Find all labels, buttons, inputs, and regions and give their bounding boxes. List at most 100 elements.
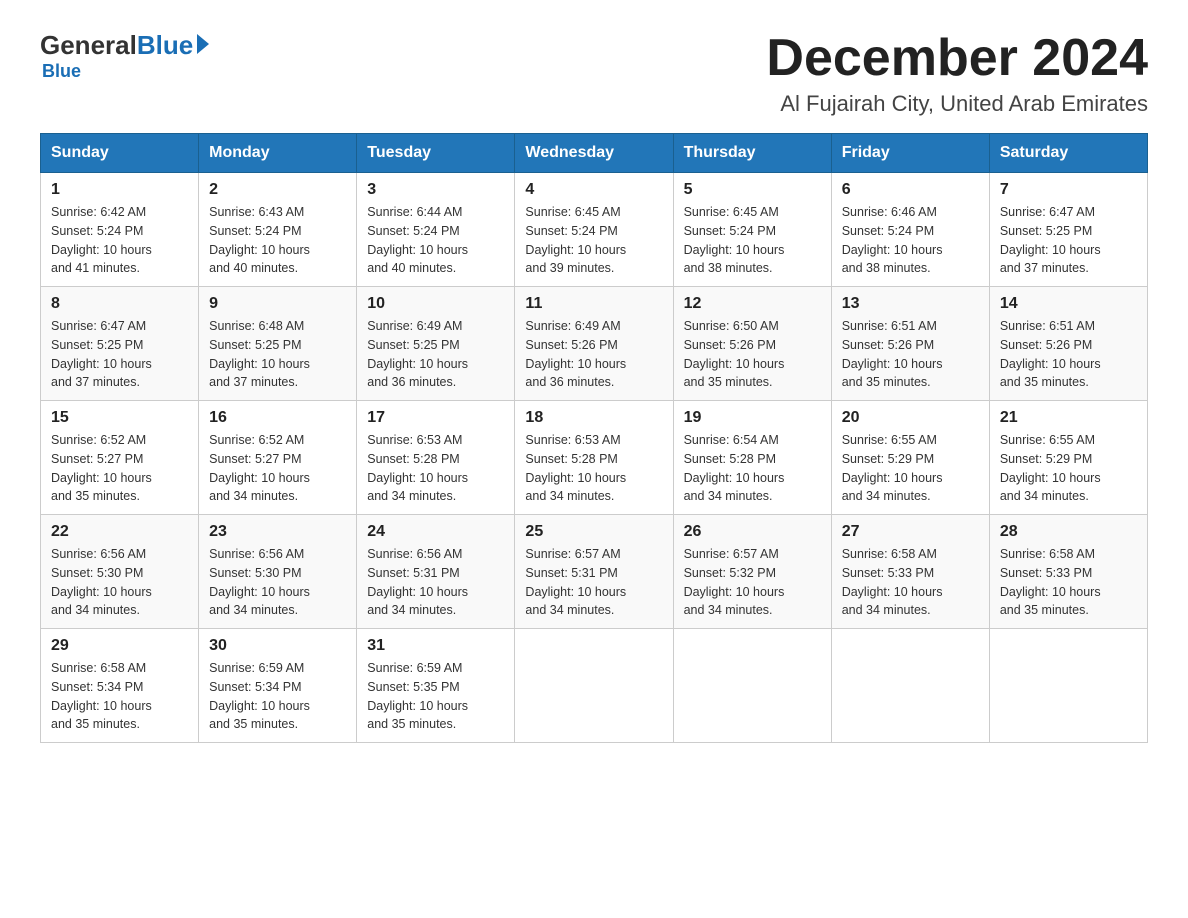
day-info: Sunrise: 6:47 AM Sunset: 5:25 PM Dayligh…	[51, 317, 188, 392]
calendar-cell: 22 Sunrise: 6:56 AM Sunset: 5:30 PM Dayl…	[41, 515, 199, 629]
calendar-week-row: 1 Sunrise: 6:42 AM Sunset: 5:24 PM Dayli…	[41, 173, 1148, 287]
day-number: 7	[1000, 181, 1137, 199]
day-info: Sunrise: 6:44 AM Sunset: 5:24 PM Dayligh…	[367, 203, 504, 278]
column-header-friday: Friday	[831, 134, 989, 173]
calendar-cell: 11 Sunrise: 6:49 AM Sunset: 5:26 PM Dayl…	[515, 287, 673, 401]
calendar-cell: 31 Sunrise: 6:59 AM Sunset: 5:35 PM Dayl…	[357, 629, 515, 743]
day-info: Sunrise: 6:51 AM Sunset: 5:26 PM Dayligh…	[842, 317, 979, 392]
day-number: 28	[1000, 523, 1137, 541]
day-number: 23	[209, 523, 346, 541]
day-info: Sunrise: 6:51 AM Sunset: 5:26 PM Dayligh…	[1000, 317, 1137, 392]
calendar-cell: 17 Sunrise: 6:53 AM Sunset: 5:28 PM Dayl…	[357, 401, 515, 515]
calendar-cell: 10 Sunrise: 6:49 AM Sunset: 5:25 PM Dayl…	[357, 287, 515, 401]
day-info: Sunrise: 6:58 AM Sunset: 5:33 PM Dayligh…	[1000, 545, 1137, 620]
calendar-cell: 23 Sunrise: 6:56 AM Sunset: 5:30 PM Dayl…	[199, 515, 357, 629]
day-number: 5	[684, 181, 821, 199]
calendar-cell: 28 Sunrise: 6:58 AM Sunset: 5:33 PM Dayl…	[989, 515, 1147, 629]
day-info: Sunrise: 6:52 AM Sunset: 5:27 PM Dayligh…	[209, 431, 346, 506]
logo-arrow-icon	[197, 34, 209, 54]
calendar-cell: 25 Sunrise: 6:57 AM Sunset: 5:31 PM Dayl…	[515, 515, 673, 629]
logo-general: General	[40, 30, 137, 61]
day-number: 16	[209, 409, 346, 427]
day-number: 24	[367, 523, 504, 541]
calendar-cell: 14 Sunrise: 6:51 AM Sunset: 5:26 PM Dayl…	[989, 287, 1147, 401]
day-number: 14	[1000, 295, 1137, 313]
day-number: 10	[367, 295, 504, 313]
page-header: General Blue Blue December 2024 Al Fujai…	[40, 30, 1148, 117]
calendar-cell	[515, 629, 673, 743]
calendar-cell	[831, 629, 989, 743]
day-info: Sunrise: 6:59 AM Sunset: 5:34 PM Dayligh…	[209, 659, 346, 734]
day-info: Sunrise: 6:46 AM Sunset: 5:24 PM Dayligh…	[842, 203, 979, 278]
calendar-cell: 9 Sunrise: 6:48 AM Sunset: 5:25 PM Dayli…	[199, 287, 357, 401]
day-info: Sunrise: 6:58 AM Sunset: 5:34 PM Dayligh…	[51, 659, 188, 734]
calendar-cell: 8 Sunrise: 6:47 AM Sunset: 5:25 PM Dayli…	[41, 287, 199, 401]
column-header-sunday: Sunday	[41, 134, 199, 173]
logo-blue-text: Blue	[137, 30, 193, 61]
calendar-cell	[673, 629, 831, 743]
calendar-cell: 6 Sunrise: 6:46 AM Sunset: 5:24 PM Dayli…	[831, 173, 989, 287]
day-info: Sunrise: 6:45 AM Sunset: 5:24 PM Dayligh…	[525, 203, 662, 278]
calendar-cell: 12 Sunrise: 6:50 AM Sunset: 5:26 PM Dayl…	[673, 287, 831, 401]
calendar-table: SundayMondayTuesdayWednesdayThursdayFrid…	[40, 133, 1148, 743]
calendar-cell: 5 Sunrise: 6:45 AM Sunset: 5:24 PM Dayli…	[673, 173, 831, 287]
calendar-cell: 30 Sunrise: 6:59 AM Sunset: 5:34 PM Dayl…	[199, 629, 357, 743]
calendar-header-row: SundayMondayTuesdayWednesdayThursdayFrid…	[41, 134, 1148, 173]
calendar-cell: 13 Sunrise: 6:51 AM Sunset: 5:26 PM Dayl…	[831, 287, 989, 401]
month-title: December 2024	[766, 30, 1148, 87]
calendar-cell: 7 Sunrise: 6:47 AM Sunset: 5:25 PM Dayli…	[989, 173, 1147, 287]
calendar-week-row: 8 Sunrise: 6:47 AM Sunset: 5:25 PM Dayli…	[41, 287, 1148, 401]
column-header-tuesday: Tuesday	[357, 134, 515, 173]
day-info: Sunrise: 6:42 AM Sunset: 5:24 PM Dayligh…	[51, 203, 188, 278]
calendar-cell: 18 Sunrise: 6:53 AM Sunset: 5:28 PM Dayl…	[515, 401, 673, 515]
calendar-cell: 29 Sunrise: 6:58 AM Sunset: 5:34 PM Dayl…	[41, 629, 199, 743]
day-info: Sunrise: 6:55 AM Sunset: 5:29 PM Dayligh…	[1000, 431, 1137, 506]
day-info: Sunrise: 6:49 AM Sunset: 5:25 PM Dayligh…	[367, 317, 504, 392]
column-header-monday: Monday	[199, 134, 357, 173]
calendar-cell: 3 Sunrise: 6:44 AM Sunset: 5:24 PM Dayli…	[357, 173, 515, 287]
location-title: Al Fujairah City, United Arab Emirates	[766, 91, 1148, 117]
column-header-thursday: Thursday	[673, 134, 831, 173]
day-info: Sunrise: 6:52 AM Sunset: 5:27 PM Dayligh…	[51, 431, 188, 506]
day-number: 9	[209, 295, 346, 313]
day-number: 13	[842, 295, 979, 313]
day-number: 2	[209, 181, 346, 199]
title-block: December 2024 Al Fujairah City, United A…	[766, 30, 1148, 117]
day-number: 12	[684, 295, 821, 313]
day-number: 31	[367, 637, 504, 655]
day-number: 29	[51, 637, 188, 655]
calendar-cell: 19 Sunrise: 6:54 AM Sunset: 5:28 PM Dayl…	[673, 401, 831, 515]
day-info: Sunrise: 6:56 AM Sunset: 5:30 PM Dayligh…	[209, 545, 346, 620]
calendar-cell: 4 Sunrise: 6:45 AM Sunset: 5:24 PM Dayli…	[515, 173, 673, 287]
logo-subtitle: Blue	[42, 61, 81, 82]
day-info: Sunrise: 6:56 AM Sunset: 5:30 PM Dayligh…	[51, 545, 188, 620]
day-number: 1	[51, 181, 188, 199]
calendar-cell: 1 Sunrise: 6:42 AM Sunset: 5:24 PM Dayli…	[41, 173, 199, 287]
day-number: 26	[684, 523, 821, 541]
day-info: Sunrise: 6:59 AM Sunset: 5:35 PM Dayligh…	[367, 659, 504, 734]
day-info: Sunrise: 6:54 AM Sunset: 5:28 PM Dayligh…	[684, 431, 821, 506]
calendar-cell: 24 Sunrise: 6:56 AM Sunset: 5:31 PM Dayl…	[357, 515, 515, 629]
day-number: 27	[842, 523, 979, 541]
day-info: Sunrise: 6:53 AM Sunset: 5:28 PM Dayligh…	[367, 431, 504, 506]
calendar-cell: 2 Sunrise: 6:43 AM Sunset: 5:24 PM Dayli…	[199, 173, 357, 287]
day-info: Sunrise: 6:43 AM Sunset: 5:24 PM Dayligh…	[209, 203, 346, 278]
column-header-saturday: Saturday	[989, 134, 1147, 173]
calendar-cell: 26 Sunrise: 6:57 AM Sunset: 5:32 PM Dayl…	[673, 515, 831, 629]
day-number: 20	[842, 409, 979, 427]
column-header-wednesday: Wednesday	[515, 134, 673, 173]
day-number: 19	[684, 409, 821, 427]
day-number: 3	[367, 181, 504, 199]
day-number: 21	[1000, 409, 1137, 427]
day-info: Sunrise: 6:49 AM Sunset: 5:26 PM Dayligh…	[525, 317, 662, 392]
calendar-week-row: 29 Sunrise: 6:58 AM Sunset: 5:34 PM Dayl…	[41, 629, 1148, 743]
calendar-week-row: 22 Sunrise: 6:56 AM Sunset: 5:30 PM Dayl…	[41, 515, 1148, 629]
logo-text: General Blue	[40, 30, 209, 61]
day-info: Sunrise: 6:57 AM Sunset: 5:32 PM Dayligh…	[684, 545, 821, 620]
day-info: Sunrise: 6:53 AM Sunset: 5:28 PM Dayligh…	[525, 431, 662, 506]
day-info: Sunrise: 6:55 AM Sunset: 5:29 PM Dayligh…	[842, 431, 979, 506]
day-number: 8	[51, 295, 188, 313]
day-number: 6	[842, 181, 979, 199]
day-number: 25	[525, 523, 662, 541]
day-info: Sunrise: 6:58 AM Sunset: 5:33 PM Dayligh…	[842, 545, 979, 620]
